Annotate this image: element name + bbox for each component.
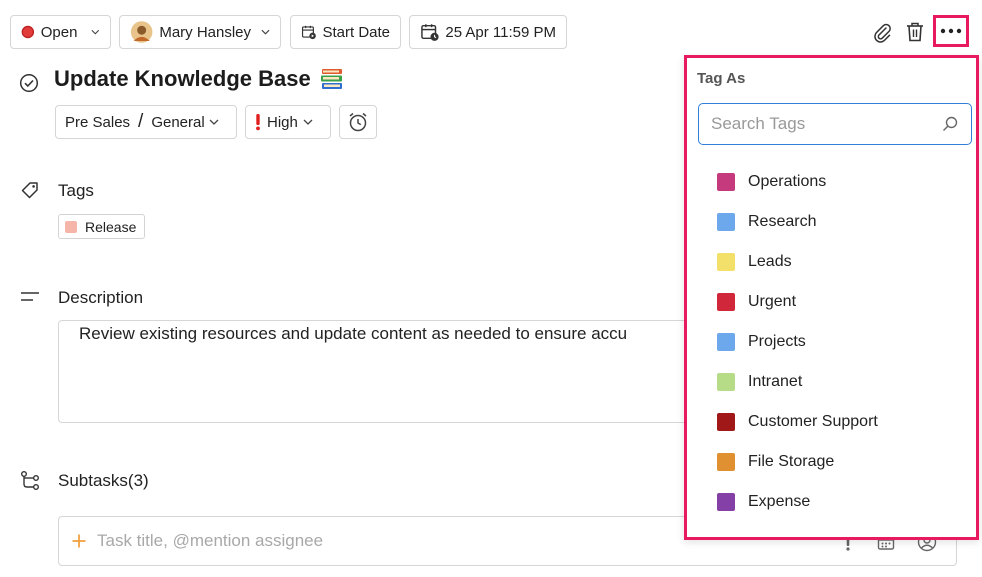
tag-option-expense[interactable]: Expense (717, 482, 878, 522)
tag-color-swatch (717, 413, 735, 431)
tag-option-intranet[interactable]: Intranet (717, 362, 878, 402)
path-separator: / (138, 111, 144, 132)
priority-dropdown[interactable]: High (245, 105, 331, 139)
priority-label: High (267, 113, 298, 131)
search-icon (943, 116, 958, 131)
description-text: Review existing resources and update con… (79, 324, 628, 343)
tag-color-swatch (717, 333, 735, 351)
tag-option-operations[interactable]: Operations (717, 162, 878, 202)
tag-option-label: File Storage (748, 453, 835, 470)
chevron-down-icon (209, 119, 219, 125)
priority-exclamation-icon (256, 114, 260, 131)
tag-search-input[interactable] (711, 114, 941, 134)
tag-option-label: Research (748, 213, 817, 230)
tag-option-label: Projects (748, 333, 806, 350)
chevron-down-icon (261, 29, 270, 35)
project-list-selector[interactable]: Pre Sales / General (55, 105, 237, 139)
tag-option-file-storage[interactable]: File Storage (717, 442, 878, 482)
chevron-down-icon (91, 29, 100, 35)
tag-option-customer-support[interactable]: Customer Support (717, 402, 878, 442)
tag-color-swatch (717, 253, 735, 271)
start-date-label: Start Date (322, 23, 390, 41)
description-textarea[interactable]: Review existing resources and update con… (58, 320, 698, 423)
tag-as-dropdown: Tag As Operations Research Leads Urgent … (684, 55, 979, 540)
chevron-down-icon (303, 119, 313, 125)
subtasks-icon (21, 471, 39, 490)
task-title-row: Update Knowledge Base (54, 66, 345, 92)
description-label: Description (58, 288, 144, 307)
tag-option-label: Expense (748, 493, 811, 510)
tag-option-label: Leads (748, 253, 792, 270)
calendar-due-icon (421, 24, 439, 41)
status-dropdown[interactable]: Open (10, 15, 111, 49)
task-title[interactable]: Update Knowledge Base (54, 66, 311, 92)
due-date-button[interactable]: 25 Apr 11:59 PM (409, 15, 567, 49)
assignee-name: Mary Hansley (159, 23, 252, 41)
status-dot-icon (21, 25, 35, 39)
tag-color-swatch (717, 373, 735, 391)
tag-option-label: Urgent (748, 293, 797, 310)
tag-color-swatch (717, 213, 735, 231)
tag-chip-release[interactable]: Release (58, 214, 146, 239)
tag-option-leads[interactable]: Leads (717, 242, 878, 282)
avatar (130, 21, 153, 43)
tag-option-projects[interactable]: Projects (717, 322, 878, 362)
subtasks-label: Subtasks(3) (58, 471, 149, 490)
tag-option-research[interactable]: Research (717, 202, 878, 242)
tag-search-box (698, 103, 972, 145)
description-lines-icon (21, 292, 39, 301)
tag-color-swatch (717, 493, 735, 511)
project-name: Pre Sales (65, 113, 131, 131)
more-options-button[interactable] (933, 15, 969, 47)
plus-icon (72, 534, 86, 548)
tag-option-urgent[interactable]: Urgent (717, 282, 878, 322)
calendar-start-icon (301, 25, 316, 40)
list-name: General (151, 113, 205, 131)
complete-check-icon[interactable] (19, 73, 39, 93)
books-icon (320, 69, 342, 89)
tag-option-label: Intranet (748, 373, 803, 390)
tag-option-label: Customer Support (748, 413, 878, 430)
due-date-label: 25 Apr 11:59 PM (445, 23, 556, 41)
tag-color-swatch (65, 220, 77, 233)
tag-color-swatch (717, 293, 735, 311)
paperclip-icon[interactable] (872, 22, 892, 44)
status-label: Open (40, 23, 78, 41)
tags-label: Tags (58, 181, 94, 200)
tag-options-list: Operations Research Leads Urgent Project… (717, 162, 878, 522)
tag-chip-label: Release (85, 218, 137, 235)
tag-color-swatch (717, 173, 735, 191)
tag-color-swatch (717, 453, 735, 471)
reminder-button[interactable] (339, 105, 377, 139)
tag-option-label: Operations (748, 173, 827, 190)
trash-icon[interactable] (905, 21, 925, 43)
alarm-clock-icon (349, 112, 367, 132)
tag-icon (21, 182, 38, 199)
dropdown-title: Tag As (697, 70, 746, 87)
more-horizontal-icon (940, 28, 962, 34)
assignee-dropdown[interactable]: Mary Hansley (119, 15, 281, 49)
start-date-button[interactable]: Start Date (290, 15, 401, 49)
